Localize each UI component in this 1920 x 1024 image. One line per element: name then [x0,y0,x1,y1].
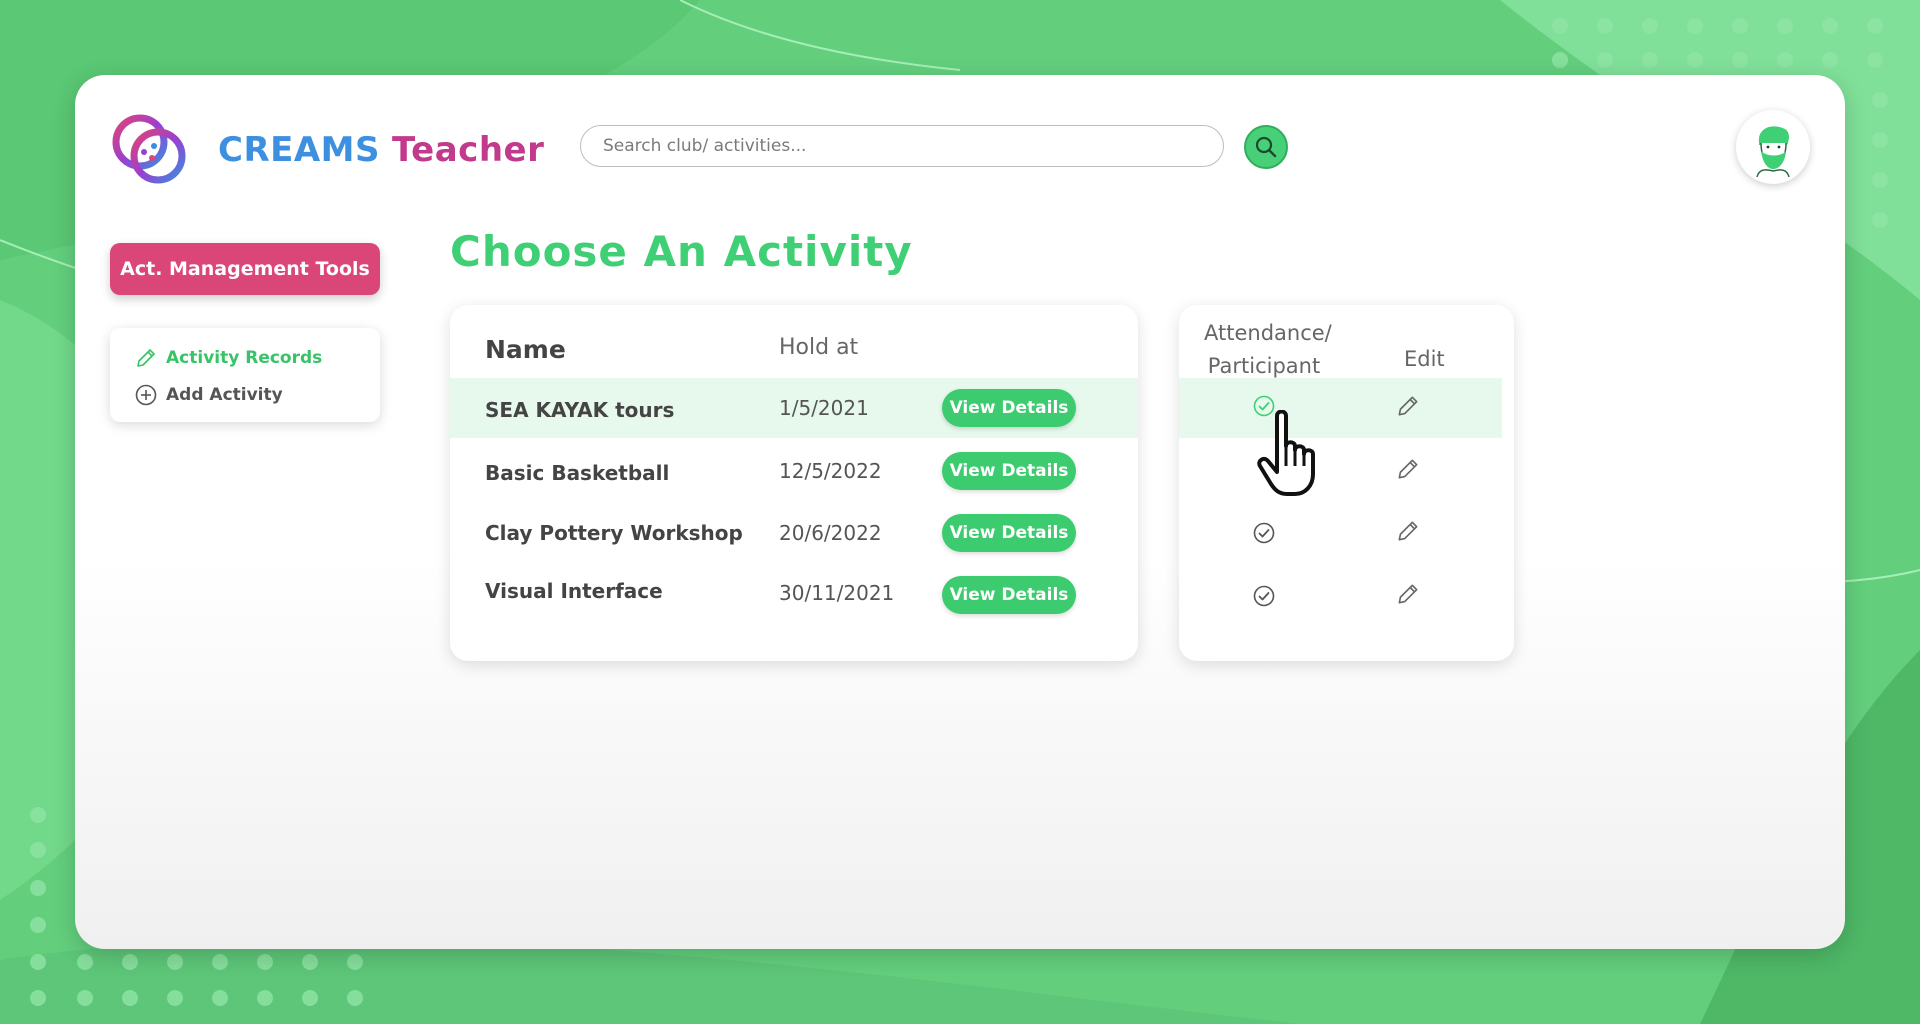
sidebar-item-label: Activity Records [166,348,323,368]
table-row: Basic Basketball 12/5/2022 View Details [450,441,1138,501]
pencil-icon [137,349,155,367]
action-row [1179,378,1502,438]
activity-name: Basic Basketball [485,461,670,485]
sidebar-menu: Activity Records Add Activity [110,328,380,422]
action-row [1179,503,1502,563]
view-details-button[interactable]: View Details [942,576,1076,614]
activity-date: 12/5/2022 [779,459,882,483]
creams-logo-icon [112,114,186,184]
search-input[interactable] [580,125,1224,167]
check-circle-icon [1253,522,1275,544]
search-icon [1255,136,1277,158]
activity-date: 30/11/2021 [779,581,895,605]
brand-title: CREAMS Teacher [218,128,544,172]
sidebar-item-activity-records[interactable]: Activity Records [134,346,322,370]
column-header-hold-at: Hold at [779,335,859,360]
brand-part2: Teacher [392,130,545,170]
attendance-button[interactable] [1251,520,1277,546]
activity-name: Clay Pottery Workshop [485,521,743,545]
sidebar-item-label: Add Activity [166,385,283,405]
act-management-tools-button[interactable]: Act. Management Tools [110,243,380,295]
check-circle-icon [1253,585,1275,607]
table-row: Clay Pottery Workshop 20/6/2022 View Det… [450,503,1138,563]
avatar-icon [1756,126,1790,177]
search-button[interactable] [1244,125,1288,169]
brand-part1: CREAMS [218,130,380,170]
actions-table: Attendance/ Participant Edit [1179,305,1514,661]
attendance-button[interactable] [1251,583,1277,609]
user-avatar[interactable] [1736,110,1810,184]
table-row: SEA KAYAK tours 1/5/2021 View Details [450,378,1138,438]
edit-button[interactable] [1395,581,1421,607]
pencil-icon [1398,396,1418,416]
activity-name: SEA KAYAK tours [485,398,675,422]
sidebar-item-add-activity[interactable]: Add Activity [134,383,283,407]
pencil-icon [1398,459,1418,479]
activity-date: 1/5/2021 [779,396,869,420]
activity-name: Visual Interface [485,579,663,603]
activities-table: Name Hold at SEA KAYAK tours 1/5/2021 Vi… [450,305,1138,661]
edit-button[interactable] [1395,456,1421,482]
view-details-button[interactable]: View Details [942,389,1076,427]
activity-date: 20/6/2022 [779,521,882,545]
view-details-button[interactable]: View Details [942,452,1076,490]
column-header-name: Name [485,335,566,364]
table-row: Visual Interface 30/11/2021 View Details [450,565,1138,625]
hand-pointer-cursor-icon [1257,410,1315,496]
action-row [1179,565,1502,625]
page-title: Choose An Activity [450,227,913,276]
column-header-edit: Edit [1404,347,1445,371]
edit-button[interactable] [1395,393,1421,419]
edit-button[interactable] [1395,518,1421,544]
plus-circle-icon [135,384,157,406]
action-row [1179,441,1502,501]
column-header-attendance: Attendance/ Participant [1204,321,1332,378]
view-details-button[interactable]: View Details [942,514,1076,552]
pencil-icon [1398,584,1418,604]
pencil-icon [1398,521,1418,541]
